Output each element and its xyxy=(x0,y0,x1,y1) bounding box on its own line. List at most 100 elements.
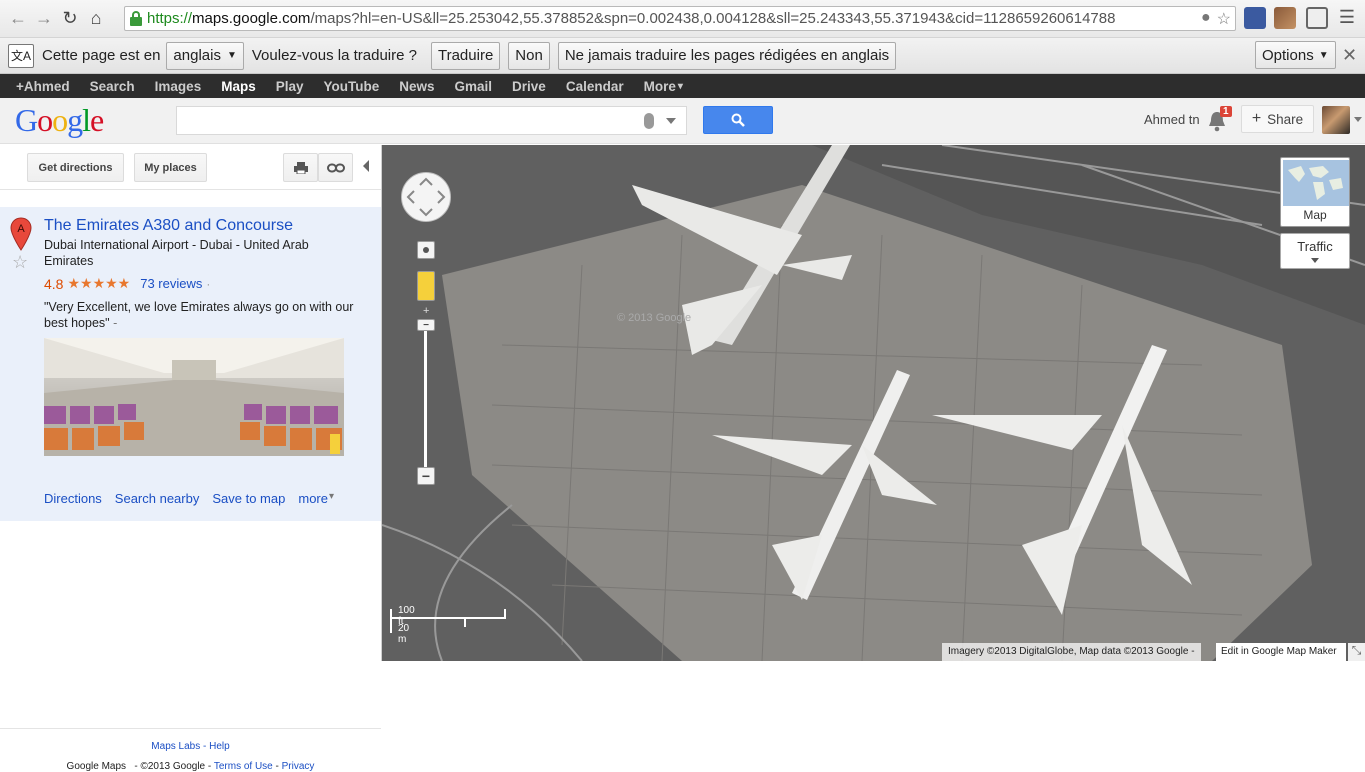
imagery-watermark: © 2013 Google xyxy=(617,312,691,324)
reviews-link[interactable]: 73 reviews xyxy=(140,276,202,291)
my-places-button[interactable]: My places xyxy=(134,153,207,182)
lightbulb-icon[interactable]: ● xyxy=(1201,9,1211,29)
search-input[interactable] xyxy=(176,106,687,135)
close-icon[interactable]: ✕ xyxy=(1342,45,1357,66)
footer-app-name: Google Maps xyxy=(66,761,127,772)
footer-info: Google Maps - ©2013 Google - Terms of Us… xyxy=(66,761,315,772)
help-link[interactable]: Help xyxy=(209,741,230,752)
traffic-button[interactable]: Traffic xyxy=(1280,233,1350,269)
collapse-panel-icon[interactable] xyxy=(363,160,369,172)
window-icon[interactable] xyxy=(1306,7,1328,29)
chevron-down-icon: ▼ xyxy=(1318,49,1329,61)
gbar-item-more[interactable]: More xyxy=(644,79,676,94)
share-button[interactable]: + Share xyxy=(1241,105,1314,133)
options-label: Options xyxy=(1262,46,1314,64)
translate-bar: 文A Cette page est en anglais ▼ Voulez-vou… xyxy=(0,38,1365,74)
rating: 4.8 ★★★★★ 73 reviews · xyxy=(44,275,210,292)
scale-tick xyxy=(390,609,392,633)
left-panel: Get directions My places A ☆ The Emirate… xyxy=(0,145,382,772)
maps-header: Google Ahmed tn 1 + Share xyxy=(0,98,1365,144)
map-type-button[interactable]: Map xyxy=(1280,157,1350,227)
divider xyxy=(0,189,381,190)
address-bar[interactable]: https:// maps.google.com /maps?hl=en-US&… xyxy=(124,6,1236,31)
chevron-down-icon[interactable]: ▾ xyxy=(678,81,683,92)
no-button[interactable]: Non xyxy=(508,41,550,70)
zoom-track[interactable] xyxy=(424,331,427,471)
scale-line xyxy=(390,617,506,619)
microphone-icon[interactable] xyxy=(644,113,654,129)
place-photo[interactable] xyxy=(44,338,344,456)
map-canvas[interactable]: © 2013 Google + − − 100 ft 20 m Map Traf… xyxy=(382,145,1365,661)
map-type-label: Map xyxy=(1303,208,1327,222)
bookmark-star-icon[interactable]: ☆ xyxy=(1217,9,1231,29)
place-link-more[interactable]: more xyxy=(298,491,328,506)
marker-a-icon[interactable]: A xyxy=(10,217,32,251)
gbar-item-maps[interactable]: Maps xyxy=(221,79,256,94)
pan-arrows-icon xyxy=(406,177,446,217)
instagram-icon[interactable] xyxy=(1274,7,1296,29)
lock-icon xyxy=(129,10,143,27)
gbar-item-drive[interactable]: Drive xyxy=(512,79,546,94)
gbar-item-ahmed[interactable]: +Ahmed xyxy=(16,79,70,94)
terms-link[interactable]: Terms of Use xyxy=(214,761,273,772)
gbar-item-play[interactable]: Play xyxy=(276,79,304,94)
link-button[interactable] xyxy=(318,153,353,182)
privacy-link[interactable]: Privacy xyxy=(282,761,315,772)
forward-icon[interactable]: → xyxy=(31,6,57,32)
maps-labs-link[interactable]: Maps Labs xyxy=(151,741,200,752)
search-icon xyxy=(731,113,745,127)
never-translate-button[interactable]: Ne jamais traduire les pages rédigées en… xyxy=(557,41,897,70)
browser-toolbar: ← → ↻ ⌂ https:// maps.google.com /maps?h… xyxy=(0,0,1365,38)
search-button[interactable] xyxy=(703,106,773,134)
fullscreen-icon[interactable]: ⤡ xyxy=(1348,643,1365,661)
gbar-item-youtube[interactable]: YouTube xyxy=(324,79,380,94)
edit-in-map-maker-link[interactable]: Edit in Google Map Maker xyxy=(1216,643,1346,661)
reset-view-button[interactable] xyxy=(417,241,435,259)
pegman-icon[interactable] xyxy=(417,271,435,301)
separator-dot: · xyxy=(206,276,211,291)
chevron-down-icon[interactable] xyxy=(1354,117,1362,122)
translate-button[interactable]: Traduire xyxy=(430,41,501,70)
footer-divider xyxy=(0,728,381,729)
place-actions: Directions Search nearby Save to map more ▾ xyxy=(44,491,334,506)
reload-icon[interactable]: ↻ xyxy=(57,6,83,32)
place-link-save-to-map[interactable]: Save to map xyxy=(212,491,285,506)
review-quote: "Very Excellent, we love Emirates always… xyxy=(44,300,354,330)
options-button[interactable]: Options ▼ xyxy=(1255,41,1336,69)
footer-copyright: ©2013 Google xyxy=(140,761,206,772)
gbar-item-calendar[interactable]: Calendar xyxy=(566,79,624,94)
place-address: Dubai International Airport - Dubai - Un… xyxy=(44,238,309,268)
google-logo[interactable]: Google xyxy=(15,102,104,139)
zoom-in-button[interactable]: + xyxy=(423,305,429,317)
pan-control[interactable] xyxy=(401,172,451,222)
back-icon[interactable]: ← xyxy=(5,6,31,32)
menu-icon[interactable]: ☰ xyxy=(1336,7,1358,29)
chevron-down-icon[interactable]: ▾ xyxy=(329,491,334,506)
gbar-item-search[interactable]: Search xyxy=(90,79,135,94)
user-name[interactable]: Ahmed tn xyxy=(1144,112,1200,127)
language-select[interactable]: anglais ▼ xyxy=(166,41,244,70)
get-directions-button[interactable]: Get directions xyxy=(27,153,124,182)
extension-icon[interactable] xyxy=(1244,7,1266,29)
translate-question: Voulez-vous la traduire ? xyxy=(251,47,417,64)
traffic-label: Traffic xyxy=(1297,239,1333,254)
avatar[interactable] xyxy=(1322,106,1350,134)
gbar-item-gmail[interactable]: Gmail xyxy=(455,79,493,94)
home-icon[interactable]: ⌂ xyxy=(83,6,109,32)
place-link-directions[interactable]: Directions xyxy=(44,491,102,506)
place-link-search-nearby[interactable]: Search nearby xyxy=(115,491,200,506)
satellite-imagery: © 2013 Google xyxy=(382,145,1365,661)
zoom-slider-handle[interactable]: − xyxy=(417,319,435,331)
url-path: /maps?hl=en-US&ll=25.253042,55.378852&sp… xyxy=(310,10,1116,27)
zoom-out-button[interactable]: − xyxy=(417,467,435,485)
place-card[interactable]: A ☆ The Emirates A380 and Concourse Duba… xyxy=(0,207,381,521)
notification-count: 1 xyxy=(1220,106,1232,117)
print-button[interactable] xyxy=(283,153,318,182)
gbar-item-news[interactable]: News xyxy=(399,79,434,94)
chevron-down-icon[interactable] xyxy=(666,118,676,124)
star-outline-icon[interactable]: ☆ xyxy=(12,252,28,273)
gbar-item-images[interactable]: Images xyxy=(155,79,202,94)
translate-prefix: Cette page est en xyxy=(42,47,161,64)
place-title[interactable]: The Emirates A380 and Concourse xyxy=(44,217,293,235)
url-domain: maps.google.com xyxy=(192,10,311,27)
